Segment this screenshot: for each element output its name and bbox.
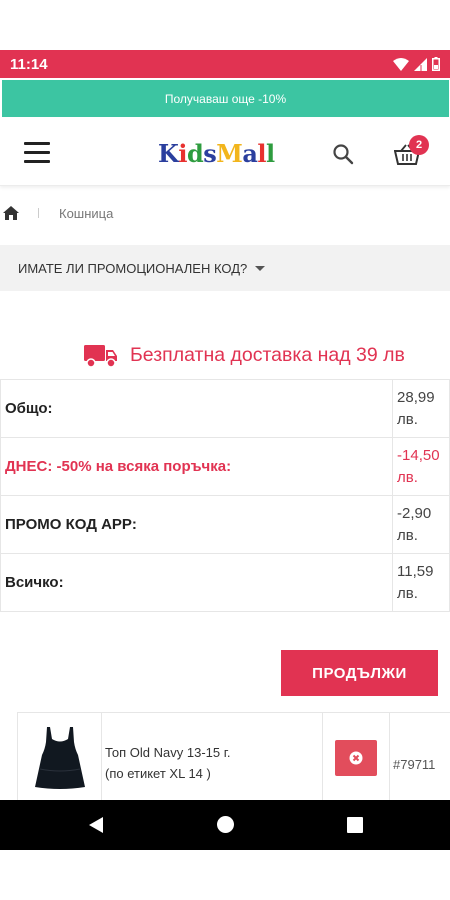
totals-row-total: Всичко: 11,59 лв. (0, 553, 450, 612)
cart-count-badge[interactable]: 2 (409, 135, 429, 155)
truck-icon (84, 345, 117, 368)
free-shipping-text: Безплатна доставка над 39 лв (130, 343, 405, 366)
home-icon[interactable] (2, 205, 20, 221)
recents-icon[interactable] (347, 817, 363, 833)
status-bar: 11:14 (0, 50, 450, 78)
status-time: 11:14 (10, 55, 48, 73)
breadcrumb: Кошница (0, 200, 450, 226)
logo-letter: M (216, 139, 243, 168)
product-sku: #79711 (389, 713, 450, 802)
breadcrumb-separator (38, 208, 39, 218)
totals-label: Всичко: (0, 553, 394, 612)
totals-label: Общо: (0, 379, 394, 438)
logo-letter: l (257, 139, 267, 168)
product-size-line: (по етикет XL 14 ) (105, 765, 211, 781)
continue-button[interactable]: ПРОДЪЛЖИ (281, 650, 438, 696)
android-nav-bar (0, 800, 450, 850)
totals-row-subtotal: Общо: 28,99 лв. (0, 379, 450, 438)
signal-icon (414, 57, 427, 71)
totals-row-promo: ПРОМО КОД APP: -2,90 лв. (0, 495, 450, 554)
totals-label: ДНЕС: -50% на всяка поръчка: (0, 437, 394, 496)
remove-item-button[interactable] (335, 739, 377, 776)
logo-letter: d (186, 139, 204, 168)
product-name[interactable]: Топ Old Navy 13-15 г. (по етикет XL 14 ) (101, 713, 322, 802)
product-image[interactable] (17, 713, 101, 802)
totals-value: 11,59 лв. (392, 553, 450, 612)
totals-row-discount: ДНЕС: -50% на всяка поръчка: -14,50 лв. (0, 437, 450, 496)
logo-letter: K (158, 139, 179, 168)
wifi-icon (393, 57, 409, 71)
totals-value: -2,90 лв. (392, 495, 450, 554)
cart-item-row: Топ Old Navy 13-15 г. (по етикет XL 14 )… (17, 712, 450, 802)
logo-letter: s (203, 139, 217, 168)
close-circle-icon (349, 751, 363, 764)
search-icon[interactable] (332, 143, 354, 165)
menu-icon[interactable] (24, 142, 50, 164)
totals-value: 28,99 лв. (392, 379, 450, 438)
logo[interactable]: KidsMall (158, 139, 275, 168)
promo-code-toggle[interactable]: ИМАТЕ ЛИ ПРОМОЦИОНАЛЕН КОД? (0, 245, 450, 291)
totals-value: -14,50 лв. (392, 437, 450, 496)
logo-letter: a (242, 139, 258, 168)
totals-label: ПРОМО КОД APP: (0, 495, 394, 554)
dress-thumbnail (34, 726, 85, 789)
breadcrumb-current: Кошница (59, 205, 114, 221)
logo-letter: i (178, 139, 187, 168)
promo-banner[interactable]: Получаваш още -10% (2, 80, 449, 117)
promo-code-label: ИМАТЕ ЛИ ПРОМОЦИОНАЛЕН КОД? (18, 260, 248, 276)
home-button-icon[interactable] (217, 816, 234, 833)
remove-cell (322, 713, 389, 802)
chevron-down-icon (255, 265, 266, 271)
product-name-line: Топ Old Navy 13-15 г. (105, 745, 231, 760)
back-icon[interactable] (88, 816, 104, 834)
status-icons (393, 57, 440, 71)
free-shipping-notice: Безплатна доставка над 39 лв (84, 338, 444, 372)
header: KidsMall (0, 118, 450, 186)
battery-icon (432, 57, 440, 71)
totals-table: Общо: 28,99 лв. ДНЕС: -50% на всяка поръ… (0, 379, 450, 612)
logo-letter: l (266, 139, 275, 168)
